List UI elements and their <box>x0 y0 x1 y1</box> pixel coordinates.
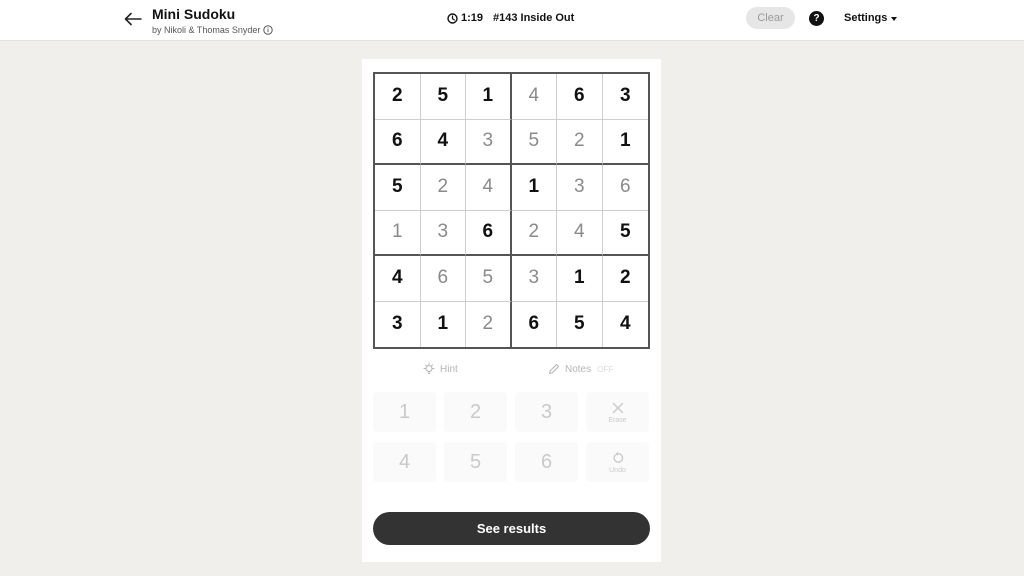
undo-button[interactable]: Undo <box>586 442 649 482</box>
top-bar: Mini Sudoku by Nikoli & Thomas Snyder 1:… <box>0 0 1024 41</box>
keypad-5[interactable]: 5 <box>444 442 507 482</box>
grid-cell-r2c5[interactable]: 2 <box>557 119 603 165</box>
grid-cell-r6c1[interactable]: 3 <box>375 301 421 347</box>
game-panel: 251463643521524136136245465312312654 Hin… <box>362 59 661 562</box>
grid-cell-r5c3[interactable]: 5 <box>466 256 512 302</box>
grid-cell-r4c6[interactable]: 5 <box>602 211 648 256</box>
grid-cell-r3c3[interactable]: 4 <box>466 165 512 211</box>
grid-cell-r2c3[interactable]: 3 <box>466 119 512 165</box>
see-results-button[interactable]: See results <box>373 512 650 545</box>
undo-label: Undo <box>609 466 626 474</box>
undo-icon <box>613 451 623 463</box>
timer: 1:19 <box>447 12 483 24</box>
hint-button[interactable]: Hint <box>422 362 458 376</box>
keypad-6[interactable]: 6 <box>515 442 578 482</box>
grid-cell-r3c4[interactable]: 1 <box>511 165 557 211</box>
info-icon[interactable] <box>263 25 274 35</box>
keypad-digit: 2 <box>469 400 482 423</box>
grid-cell-r3c6[interactable]: 6 <box>602 165 648 211</box>
notes-state: OFF <box>597 364 614 374</box>
grid-cell-r5c1[interactable]: 4 <box>375 256 421 302</box>
lightbulb-icon <box>423 362 435 374</box>
grid-cell-r4c2[interactable]: 3 <box>420 210 466 256</box>
game-title: Mini Sudoku <box>152 6 236 22</box>
keypad-digit: 4 <box>398 450 411 473</box>
question-icon: ? <box>813 13 820 24</box>
keypad-1[interactable]: 1 <box>373 392 436 432</box>
grid-cell-r5c2[interactable]: 6 <box>420 256 466 302</box>
timer-value: 1:19 <box>461 12 484 24</box>
hint-label: Hint <box>440 363 458 375</box>
notes-label: Notes <box>565 363 592 375</box>
grid-cell-r1c2[interactable]: 5 <box>420 74 466 120</box>
grid-cell-r1c6[interactable]: 3 <box>602 74 648 120</box>
grid-cell-r5c4[interactable]: 3 <box>511 256 557 302</box>
grid-cell-r3c2[interactable]: 2 <box>420 165 466 211</box>
keypad-4[interactable]: 4 <box>373 442 436 482</box>
keypad-digit: 5 <box>469 450 482 473</box>
byline: by Nikoli & Thomas Snyder <box>152 25 274 35</box>
erase-button[interactable]: Erase <box>586 392 649 432</box>
pencil-icon <box>549 364 559 374</box>
grid-cell-r1c4[interactable]: 4 <box>511 74 557 120</box>
grid-cell-r5c5[interactable]: 1 <box>557 256 603 302</box>
settings-menu[interactable]: Settings <box>844 12 898 24</box>
grid-cell-r4c1[interactable]: 1 <box>375 210 421 256</box>
grid-cell-r3c1[interactable]: 5 <box>375 165 421 211</box>
keypad-2[interactable]: 2 <box>444 392 507 432</box>
grid-cell-r3c5[interactable]: 3 <box>557 165 603 211</box>
keypad-digit: 6 <box>540 450 553 473</box>
grid-cell-r4c5[interactable]: 4 <box>557 210 603 256</box>
notes-toggle[interactable]: Notes OFF <box>547 362 613 376</box>
erase-label: Erase <box>608 416 627 424</box>
grid-cell-r6c3[interactable]: 2 <box>466 301 512 347</box>
grid-cell-r6c4[interactable]: 6 <box>512 301 557 347</box>
clear-button[interactable]: Clear <box>746 7 795 29</box>
grid-cell-r2c6[interactable]: 1 <box>602 120 648 165</box>
grid-cell-r6c2[interactable]: 1 <box>421 301 466 347</box>
grid-cell-r5c6[interactable]: 2 <box>602 256 648 302</box>
puzzle-label: #143 Inside Out <box>493 12 575 24</box>
grid-cell-r6c6[interactable]: 4 <box>603 302 649 348</box>
help-button[interactable]: ? <box>809 11 824 26</box>
arrow-left-icon <box>124 12 142 26</box>
grid-cell-r1c3[interactable]: 1 <box>466 74 512 120</box>
grid-cell-r2c1[interactable]: 6 <box>375 119 421 165</box>
clock-icon <box>447 12 458 24</box>
close-icon <box>612 402 623 413</box>
keypad-3[interactable]: 3 <box>515 392 578 432</box>
back-button[interactable] <box>120 7 146 31</box>
byline-text: by Nikoli & Thomas Snyder <box>152 25 261 35</box>
grid-cell-r2c4[interactable]: 5 <box>511 119 557 165</box>
grid-cell-r4c3[interactable]: 6 <box>466 210 512 256</box>
grid-cell-r6c5[interactable]: 5 <box>557 301 603 347</box>
grid-cell-r1c5[interactable]: 6 <box>557 74 603 120</box>
grid-cell-r1c1[interactable]: 2 <box>375 74 421 120</box>
caret-down-icon <box>891 16 898 21</box>
keypad-digit: 1 <box>398 400 411 423</box>
sudoku-grid: 251463643521524136136245465312312654 <box>373 72 650 349</box>
grid-cell-r4c4[interactable]: 2 <box>511 210 557 256</box>
grid-cell-r2c2[interactable]: 4 <box>420 119 466 165</box>
keypad-digit: 3 <box>540 400 553 423</box>
settings-label: Settings <box>844 12 888 24</box>
